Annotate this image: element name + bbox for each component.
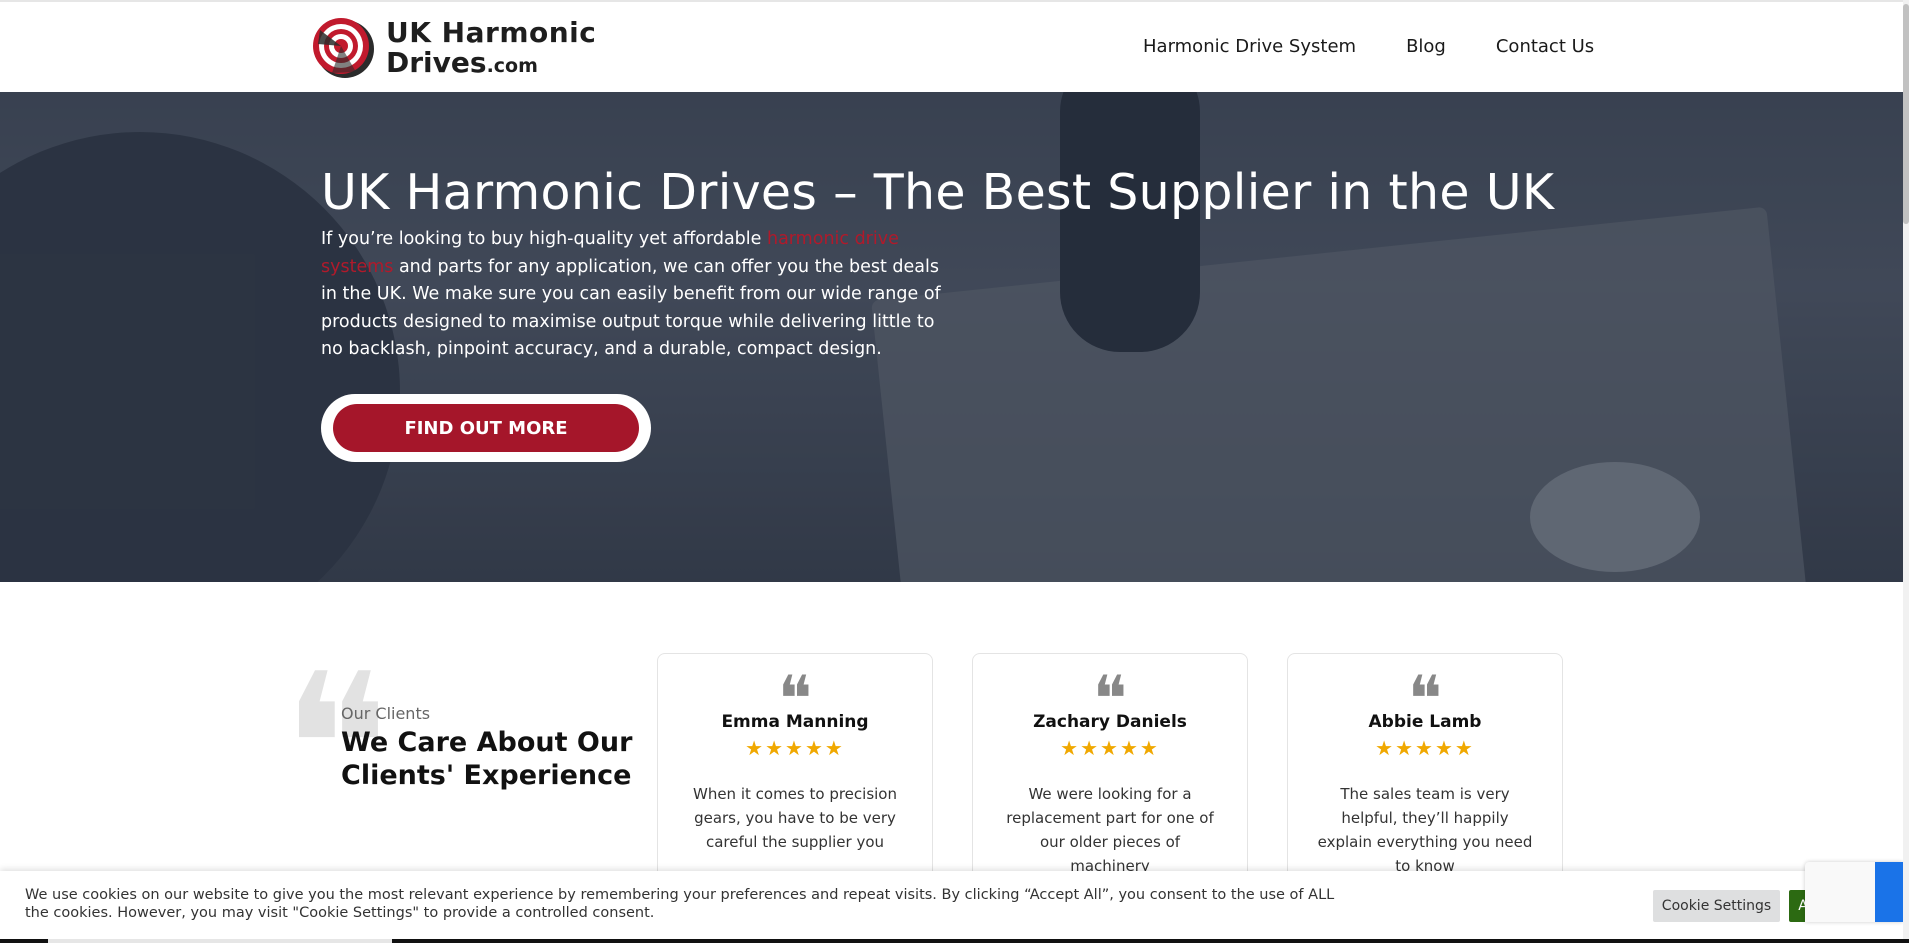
quote-mark-icon: ❝	[1407, 663, 1443, 737]
testimonial-name: Zachary Daniels	[1033, 712, 1187, 732]
cookie-settings-button[interactable]: Cookie Settings	[1653, 890, 1780, 922]
testimonial-name: Emma Manning	[721, 712, 869, 732]
cta-outline: FIND OUT MORE	[321, 394, 651, 462]
bottom-edge	[0, 939, 1909, 943]
star-rating: ★★★★★	[1375, 736, 1475, 760]
find-out-more-button[interactable]: FIND OUT MORE	[333, 404, 639, 452]
quote-mark-icon: ❝	[777, 663, 813, 737]
clients-title: We Care About Our Clients' Experience	[341, 727, 633, 791]
site-header: UK Harmonic Drives.com Harmonic Drive Sy…	[0, 0, 1909, 92]
hero-description: If you’re looking to buy high-quality ye…	[321, 229, 941, 359]
hero-section: UK Harmonic Drives – The Best Supplier i…	[0, 92, 1903, 582]
logo-subtitle: Drives.com	[386, 46, 538, 79]
testimonial-name: Abbie Lamb	[1368, 712, 1482, 732]
recaptcha-icon	[1875, 862, 1903, 922]
nav-harmonic-drive-system[interactable]: Harmonic Drive System	[1143, 36, 1356, 57]
site-logo[interactable]: UK Harmonic Drives.com	[312, 16, 596, 80]
testimonial-text: The sales team is very helpful, they’ll …	[1317, 785, 1533, 875]
scrollbar-thumb[interactable]	[1903, 4, 1909, 224]
recaptcha-badge[interactable]	[1805, 862, 1903, 922]
bottom-edge-accent	[48, 939, 392, 943]
testimonial-text: When it comes to precision gears, you ha…	[692, 785, 897, 851]
harmonic-drive-logo-icon	[313, 18, 374, 78]
nav-contact-us[interactable]: Contact Us	[1496, 36, 1594, 57]
cookie-message: We use cookies on our website to give yo…	[25, 887, 1335, 921]
cookie-consent-bar: We use cookies on our website to give yo…	[0, 871, 1909, 943]
testimonial-text: We were looking for a replacement part f…	[1006, 785, 1214, 875]
testimonial-card: ❝ Abbie Lamb ★★★★★ The sales team is ver…	[1287, 653, 1563, 893]
nav-blog[interactable]: Blog	[1406, 36, 1446, 57]
hero-title: UK Harmonic Drives – The Best Supplier i…	[321, 164, 1555, 221]
main-nav: Harmonic Drive System Blog Contact Us	[1143, 36, 1644, 57]
quote-mark-icon: ❝	[1092, 663, 1128, 737]
star-rating: ★★★★★	[745, 736, 845, 760]
testimonial-card: ❝ Emma Manning ★★★★★ When it comes to pr…	[657, 653, 933, 893]
testimonial-card: ❝ Zachary Daniels ★★★★★ We were looking …	[972, 653, 1248, 893]
page-scrollbar[interactable]	[1903, 0, 1909, 943]
clients-kicker: Our Clients	[341, 704, 431, 723]
star-rating: ★★★★★	[1060, 736, 1160, 760]
logo-title: UK Harmonic	[386, 16, 597, 49]
